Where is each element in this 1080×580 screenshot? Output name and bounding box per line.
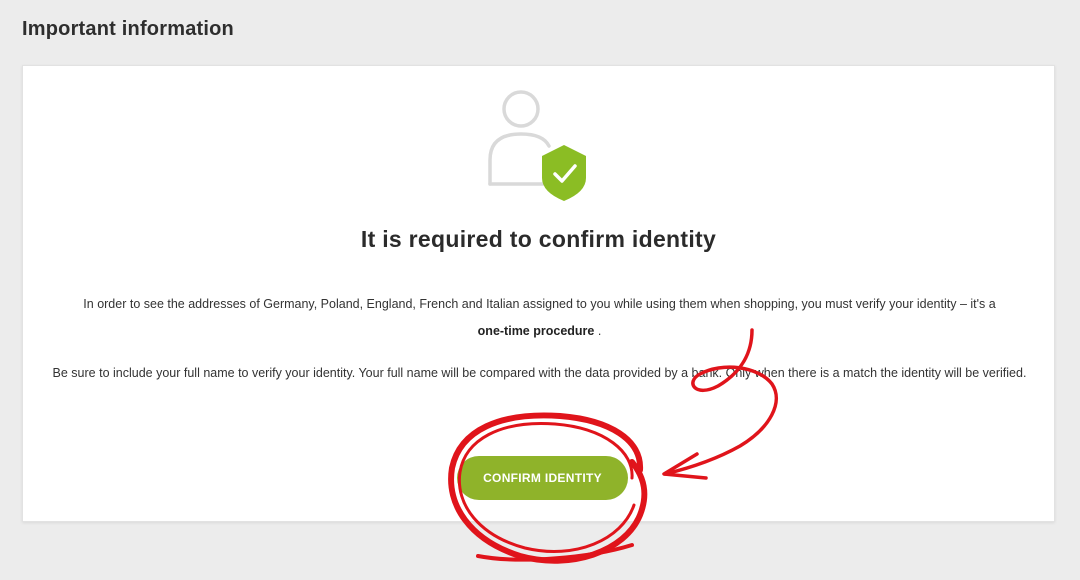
- one-time-procedure-text: one-time procedure: [477, 324, 595, 338]
- shield-check-icon: [542, 145, 586, 201]
- info-paragraph-2: Be sure to include your full name to ver…: [52, 366, 1027, 380]
- paragraph-1-text: In order to see the addresses of Germany…: [83, 297, 996, 311]
- user-with-shield-check-icon: [488, 90, 586, 201]
- paragraph-1-end: .: [594, 324, 602, 338]
- page-heading: Important information: [22, 18, 234, 40]
- confirm-identity-button[interactable]: CONFIRM IDENTITY: [457, 456, 628, 500]
- annotation-underline: [476, 543, 634, 562]
- user-icon: [488, 90, 551, 186]
- card-title: It is required to confirm identity: [360, 226, 717, 252]
- info-paragraph-1: In order to see the addresses of Germany…: [43, 291, 1036, 345]
- identity-info-card: It is required to confirm identity In or…: [22, 65, 1055, 522]
